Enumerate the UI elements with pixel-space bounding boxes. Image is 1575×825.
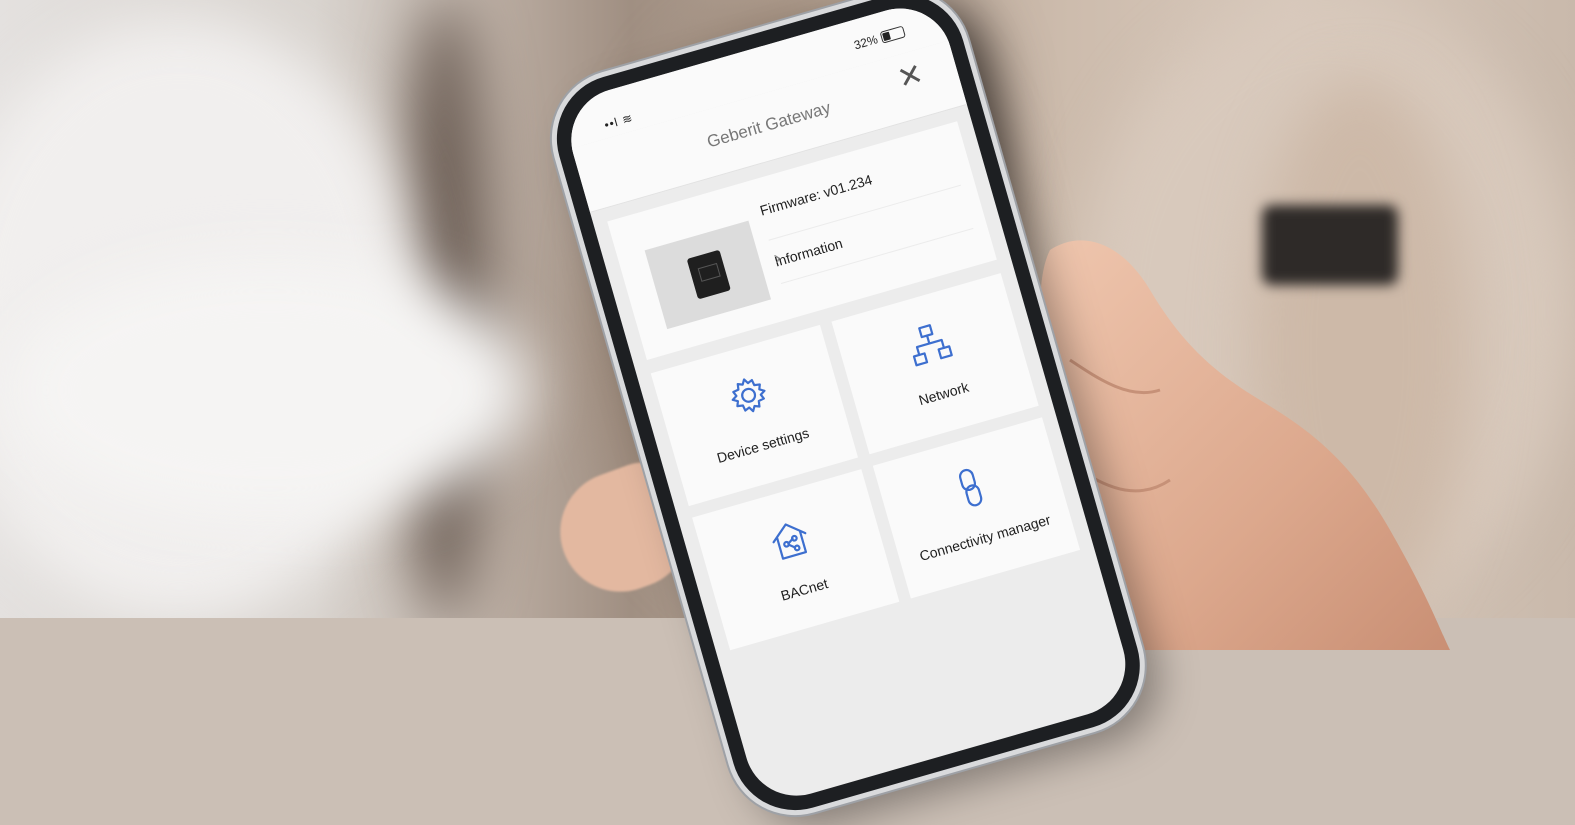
gear-icon xyxy=(731,378,766,413)
phone-body: ••l ≋ 32% Geberit Gateway ✕ Firmware: v0… xyxy=(541,0,1155,825)
network-icon xyxy=(912,324,953,367)
link-chain-icon xyxy=(958,468,983,507)
battery-percent: 32% xyxy=(852,32,880,53)
signal-wifi-icon: ••l ≋ xyxy=(602,110,635,133)
battery-icon xyxy=(879,25,906,44)
phone-screen: ••l ≋ 32% Geberit Gateway ✕ Firmware: v0… xyxy=(559,0,1138,808)
blurred-urinal-bowl xyxy=(10,260,530,520)
firmware-version: Firmware: v01.234 xyxy=(758,171,874,219)
device-image xyxy=(644,220,772,330)
tile-bacnet[interactable]: BACnet xyxy=(692,469,900,651)
battery-indicator: 32% xyxy=(852,25,906,53)
bacnet-house-icon xyxy=(772,523,808,560)
tile-connectivity-manager[interactable]: Connectivity manager xyxy=(872,417,1081,599)
gateway-unit-icon xyxy=(686,249,731,300)
